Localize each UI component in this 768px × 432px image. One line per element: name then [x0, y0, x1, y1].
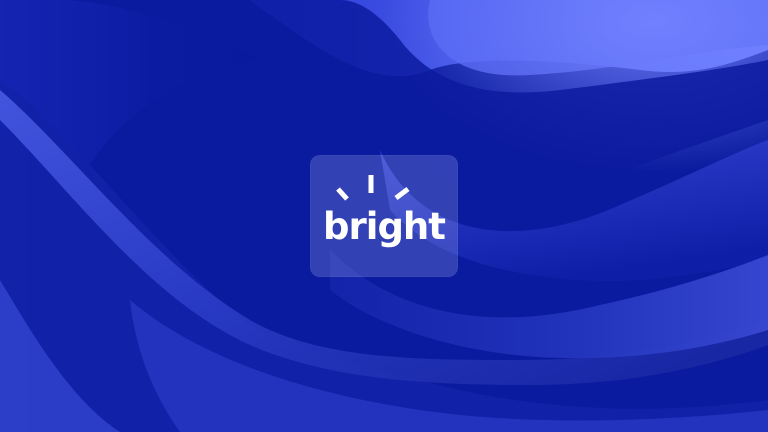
splash-screen: bright — [0, 0, 768, 432]
brand-wordmark: bright — [323, 205, 446, 248]
brand-logo-tile: bright — [310, 155, 458, 277]
